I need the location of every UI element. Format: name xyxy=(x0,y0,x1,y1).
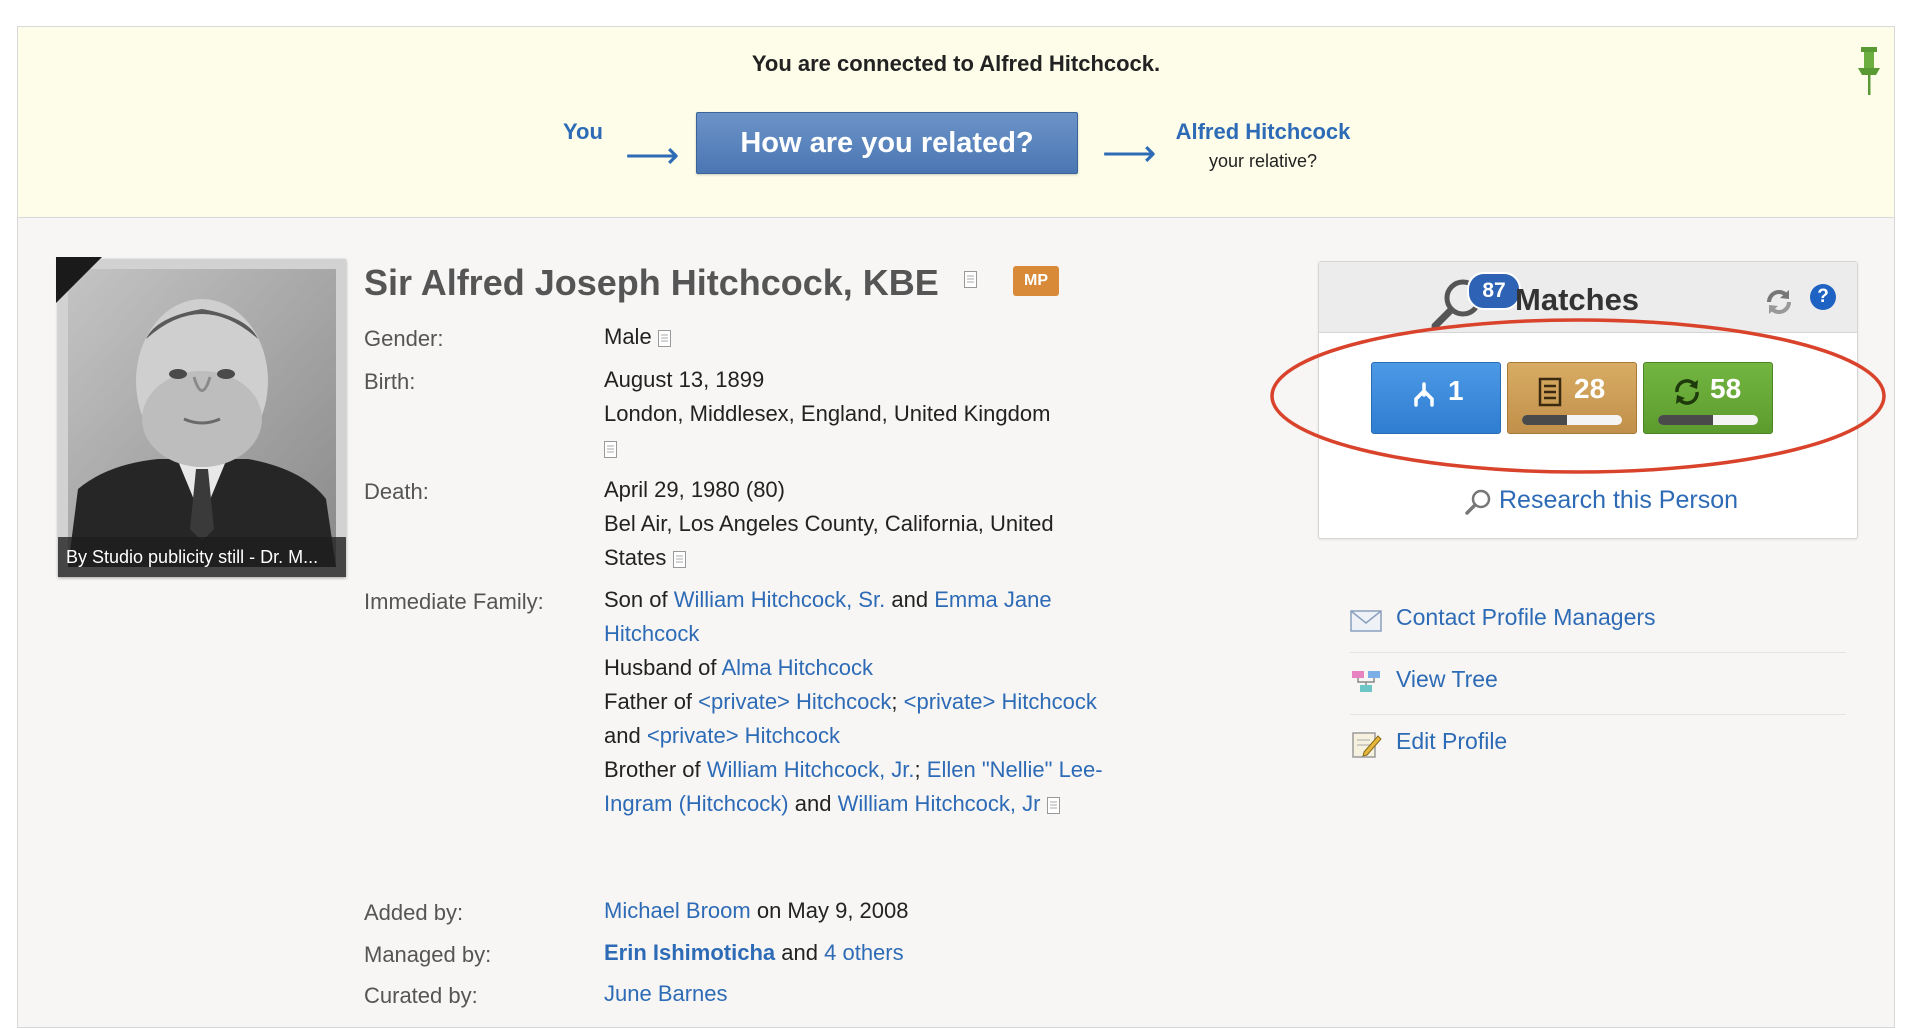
matches-title: Matches xyxy=(1515,282,1640,317)
profile-frame: You are connected to Alfred Hitchcock. Y… xyxy=(17,26,1895,1028)
smart-progress-bar xyxy=(1658,415,1758,425)
matches-panel: 87 Matches ? 1 28 58 Research this Perso… xyxy=(1318,261,1858,539)
source-document-icon[interactable] xyxy=(604,440,617,458)
tree-matches-button[interactable]: 1 xyxy=(1371,362,1501,434)
wife-link[interactable]: Alma Hitchcock xyxy=(721,655,873,680)
spouse-line: Husband of Alma Hitchcock xyxy=(604,651,1104,685)
gender-value: Male xyxy=(604,320,1134,354)
family-tree-icon xyxy=(1352,671,1380,692)
record-icon xyxy=(1538,377,1562,407)
son-of-text: Son of xyxy=(604,587,668,612)
relative-subtitle: your relative? xyxy=(1208,151,1318,171)
death-label: Death: xyxy=(364,479,429,504)
connection-banner: You are connected to Alfred Hitchcock. Y… xyxy=(18,27,1894,218)
family-value: Son of William Hitchcock, Sr. and Emma J… xyxy=(604,583,1104,821)
pin-icon[interactable] xyxy=(1854,45,1884,97)
sibling-link[interactable]: William Hitchcock, Jr. xyxy=(707,757,915,782)
father-of-text: Father of xyxy=(604,689,693,714)
edit-profile-action[interactable]: Edit Profile xyxy=(1350,714,1846,776)
source-document-icon[interactable] xyxy=(964,271,977,288)
sibling-link[interactable]: William Hitchcock, Jr xyxy=(838,791,1041,816)
source-document-icon[interactable] xyxy=(657,329,671,347)
portrait-image xyxy=(68,269,336,567)
curator-link[interactable]: June Barnes xyxy=(604,981,728,1006)
smart-matches-button[interactable]: 58 xyxy=(1643,362,1773,434)
parents-line: Son of William Hitchcock, Sr. and Emma J… xyxy=(604,583,1104,651)
separator-text: ; xyxy=(891,689,898,714)
record-progress-fill xyxy=(1522,415,1567,425)
record-matches-button[interactable]: 28 xyxy=(1507,362,1637,434)
birth-label: Birth: xyxy=(364,369,416,394)
birth-value: August 13, 1899 London, Middlesex, Engla… xyxy=(604,363,1134,465)
memorial-ribbon-icon xyxy=(56,257,102,303)
help-icon[interactable]: ? xyxy=(1810,284,1836,310)
connection-title: You are connected to Alfred Hitchcock. xyxy=(751,51,1161,76)
gender-label: Gender: xyxy=(364,326,444,351)
husband-of-text: Husband of xyxy=(604,655,717,680)
envelope-icon xyxy=(1350,610,1382,632)
added-by-label: Added by: xyxy=(364,900,464,925)
arrow-right-icon: ⟶ xyxy=(1102,133,1157,175)
other-managers-link[interactable]: 4 others xyxy=(824,940,904,965)
child-link[interactable]: <private> Hitchcock xyxy=(904,689,1097,714)
children-line: Father of <private> Hitchcock; <private>… xyxy=(604,685,1104,753)
search-icon xyxy=(1465,489,1491,515)
siblings-line: Brother of William Hitchcock, Jr.; Ellen… xyxy=(604,753,1104,821)
death-value: April 29, 1980 (80) Bel Air, Los Angeles… xyxy=(604,473,1104,575)
and-text: and xyxy=(604,723,641,748)
record-matches-count: 28 xyxy=(1574,373,1606,404)
separator-text: ; xyxy=(914,757,921,782)
family-label: Immediate Family: xyxy=(364,589,544,614)
father-link[interactable]: William Hitchcock, Sr. xyxy=(674,587,885,612)
death-date: April 29, 1980 (80) xyxy=(604,477,785,502)
profile-photo[interactable]: By Studio publicity still - Dr. M... xyxy=(56,257,346,577)
added-by-link[interactable]: Michael Broom xyxy=(604,898,751,923)
curated-by-label: Curated by: xyxy=(364,983,478,1008)
and-text: and xyxy=(794,791,832,816)
matches-header: 87 Matches ? xyxy=(1319,262,1857,333)
gender-text: Male xyxy=(604,324,652,349)
child-link[interactable]: <private> Hitchcock xyxy=(698,689,891,714)
and-text: and xyxy=(891,587,929,612)
edit-pencil-icon xyxy=(1352,732,1382,758)
photo-caption: By Studio publicity still - Dr. M... xyxy=(58,537,346,577)
arrow-right-icon: ⟶ xyxy=(625,135,680,177)
contact-managers-action[interactable]: Contact Profile Managers xyxy=(1350,590,1846,653)
tree-icon xyxy=(1414,382,1434,407)
brother-of-text: Brother of xyxy=(604,757,701,782)
added-by-value: Michael Broom on May 9, 2008 xyxy=(604,894,1134,928)
death-place: Bel Air, Los Angeles County, California,… xyxy=(604,511,1054,570)
sync-icon xyxy=(1675,379,1699,405)
matches-count-badge: 87 xyxy=(1467,272,1521,310)
and-text: and xyxy=(781,940,818,965)
smart-matches-count: 58 xyxy=(1710,373,1742,404)
relative-name-link[interactable]: Alfred Hitchcock xyxy=(1168,119,1358,145)
view-tree-action[interactable]: View Tree xyxy=(1350,652,1846,715)
how-related-button[interactable]: How are you related? xyxy=(696,112,1078,174)
research-person-link[interactable]: Research this Person xyxy=(1499,486,1738,515)
refresh-icon[interactable] xyxy=(1763,288,1795,316)
added-on-text: on May 9, 2008 xyxy=(756,898,909,923)
curated-by-value: June Barnes xyxy=(604,977,1134,1011)
smart-progress-fill xyxy=(1658,415,1713,425)
source-document-icon[interactable] xyxy=(672,550,686,568)
record-progress-bar xyxy=(1522,415,1622,425)
master-profile-badge[interactable]: MP xyxy=(1013,266,1059,296)
manager-link[interactable]: Erin Ishimoticha xyxy=(604,940,775,965)
birth-date: August 13, 1899 xyxy=(604,367,765,392)
managed-by-label: Managed by: xyxy=(364,942,492,967)
you-link[interactable]: You xyxy=(563,119,603,145)
view-tree-link[interactable]: View Tree xyxy=(1396,666,1498,693)
child-link[interactable]: <private> Hitchcock xyxy=(647,723,840,748)
tree-matches-count: 1 xyxy=(1448,375,1464,406)
contact-managers-link[interactable]: Contact Profile Managers xyxy=(1396,604,1656,631)
birth-place: London, Middlesex, England, United Kingd… xyxy=(604,401,1051,426)
source-document-icon[interactable] xyxy=(1046,796,1060,814)
managed-by-value: Erin Ishimoticha and 4 others xyxy=(604,936,1134,970)
profile-name: Sir Alfred Joseph Hitchcock, KBE xyxy=(364,262,939,303)
edit-profile-link[interactable]: Edit Profile xyxy=(1396,728,1507,755)
